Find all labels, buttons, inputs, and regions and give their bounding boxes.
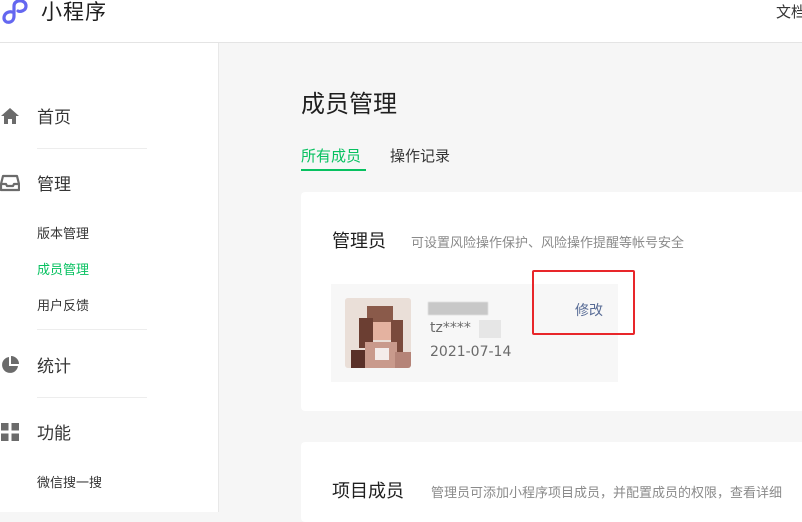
sidebar-divider [37, 397, 147, 398]
sidebar-item-member-management[interactable]: 成员管理 [37, 259, 89, 278]
tab-operation-log[interactable]: 操作记录 [390, 145, 450, 166]
member-date: 2021-07-14 [430, 344, 512, 360]
avatar [345, 298, 411, 368]
doc-link[interactable]: 文档 [776, 1, 802, 22]
mini-program-logo-icon[interactable] [0, 0, 32, 26]
project-members-card: 项目成员 管理员可添加小程序项目成员，并配置成员的权限，查看详细 [301, 442, 802, 522]
sidebar-item-label: 管理 [37, 174, 71, 195]
inbox-icon [0, 174, 20, 192]
sidebar-item-features[interactable]: 功能 [0, 411, 160, 451]
annotation-highlight-box [532, 270, 635, 335]
tab-all-members[interactable]: 所有成员 [301, 145, 361, 166]
sidebar-item-label: 功能 [37, 423, 71, 444]
sidebar: 首页 管理 版本管理 成员管理 用户反馈 统计 功能 微信搜一搜 [0, 43, 219, 512]
sidebar-item-manage[interactable]: 管理 [0, 162, 160, 202]
admin-card-title: 管理员 [332, 231, 386, 252]
member-id-mask [479, 320, 501, 338]
admin-card: 管理员 可设置风险操作保护、风险操作提醒等帐号安全 tz**** 2021-07… [301, 192, 802, 411]
sidebar-item-label: 统计 [37, 356, 71, 377]
sidebar-item-wechat-search[interactable]: 微信搜一搜 [37, 472, 102, 491]
project-card-description: 管理员可添加小程序项目成员，并配置成员的权限，查看详细 [431, 486, 783, 501]
member-name-masked [428, 302, 488, 315]
sidebar-item-user-feedback[interactable]: 用户反馈 [37, 295, 89, 314]
home-icon [1, 108, 19, 124]
sidebar-divider [37, 148, 147, 149]
sidebar-item-version-management[interactable]: 版本管理 [37, 223, 89, 242]
member-id: tz**** [430, 320, 471, 336]
sidebar-item-stats[interactable]: 统计 [0, 344, 160, 384]
active-tab-indicator [301, 169, 366, 171]
pie-chart-icon [2, 356, 19, 373]
admin-card-description: 可设置风险操作保护、风险操作提醒等帐号安全 [411, 236, 685, 251]
sidebar-item-label: 首页 [37, 107, 71, 128]
grid-icon [1, 423, 19, 441]
sidebar-item-home[interactable]: 首页 [0, 95, 160, 135]
app-name[interactable]: 小程序 [41, 0, 107, 26]
project-card-title: 项目成员 [332, 481, 404, 502]
sidebar-divider [37, 329, 147, 330]
page-title: 成员管理 [301, 90, 397, 118]
top-bar: 小程序 文档 [0, 0, 802, 43]
main-content: 成员管理 所有成员 操作记录 管理员 可设置风险操作保护、风险操作提醒等帐号安全… [219, 43, 802, 522]
